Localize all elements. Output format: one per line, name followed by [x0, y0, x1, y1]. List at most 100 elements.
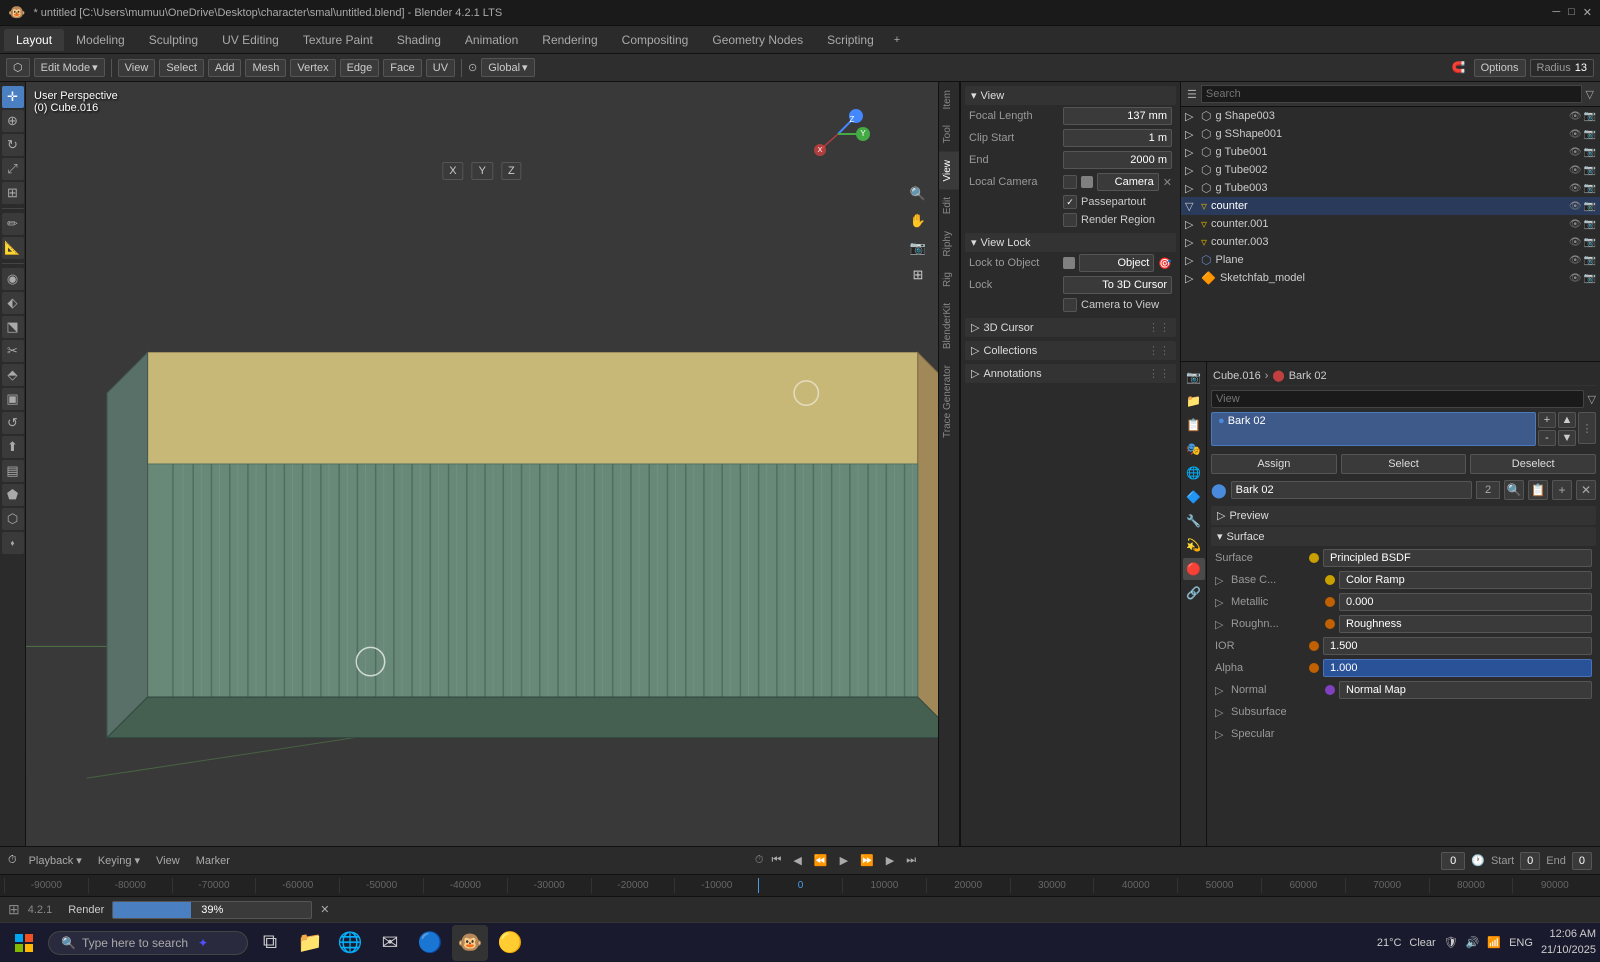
- start-button[interactable]: [4, 925, 44, 961]
- add-workspace-button[interactable]: +: [886, 30, 908, 50]
- face-menu[interactable]: Face: [383, 59, 421, 77]
- visibility-icon[interactable]: 👁: [1569, 237, 1582, 248]
- editor-type-selector[interactable]: ⬡: [6, 58, 30, 77]
- sidebar-tab-edit[interactable]: Edit: [939, 189, 959, 222]
- render-region-checkbox[interactable]: [1063, 213, 1077, 227]
- play-btn[interactable]: ▶: [836, 852, 852, 869]
- smooth-tool[interactable]: ◉: [2, 268, 24, 290]
- render-icon[interactable]: 📷: [1584, 201, 1596, 212]
- outliner-item-sketchfab[interactable]: ▷ 🔶 Sketchfab_model 👁 📷: [1181, 269, 1600, 287]
- transform-tool[interactable]: ⊞: [2, 182, 24, 204]
- mail-btn[interactable]: ✉: [372, 925, 408, 961]
- prev-keyframe-btn[interactable]: ⏪: [810, 852, 832, 869]
- annotate-tool[interactable]: ✏: [2, 213, 24, 235]
- outliner-item-counter001[interactable]: ▷ ▿ counter.001 👁 📷: [1181, 215, 1600, 233]
- sidebar-tab-tool[interactable]: Tool: [939, 117, 959, 151]
- grab-tool[interactable]: ✋: [906, 209, 930, 233]
- visibility-icon[interactable]: 👁: [1569, 255, 1582, 266]
- props-tab-world[interactable]: 🌐: [1183, 462, 1205, 484]
- start-frame-input[interactable]: 0: [1520, 852, 1540, 870]
- move-tool[interactable]: ⊕: [2, 110, 24, 132]
- props-tab-scene[interactable]: 🎭: [1183, 438, 1205, 460]
- close-btn[interactable]: ✕: [1583, 6, 1592, 19]
- material-name-input[interactable]: [1231, 481, 1472, 499]
- browser-edge-btn[interactable]: 🌐: [332, 925, 368, 961]
- props-tab-viewlayer[interactable]: 📋: [1183, 414, 1205, 436]
- workspace-tab-rendering[interactable]: Rendering: [530, 29, 609, 51]
- jump-start-btn[interactable]: ⏮: [768, 852, 786, 869]
- bisect-tool[interactable]: ⬘: [2, 364, 24, 386]
- metallic-dot[interactable]: [1325, 597, 1335, 607]
- add-slot-button[interactable]: +: [1538, 412, 1556, 428]
- render-icon[interactable]: 📷: [1584, 111, 1596, 122]
- radius-value[interactable]: 13: [1575, 62, 1587, 74]
- props-tab-render[interactable]: 📷: [1183, 366, 1205, 388]
- knife-tool[interactable]: ✂: [2, 340, 24, 362]
- workspace-tab-layout[interactable]: Layout: [4, 29, 64, 51]
- cursor-tool[interactable]: ✛: [2, 86, 24, 108]
- props-tab-constraint[interactable]: 🔗: [1183, 582, 1205, 604]
- sidebar-tab-view[interactable]: View: [939, 152, 959, 190]
- preview-section-header[interactable]: ▷ Preview: [1211, 506, 1596, 525]
- sidebar-tab-riphy[interactable]: Riphy: [939, 223, 959, 265]
- rip-tool[interactable]: ⬪: [2, 532, 24, 554]
- grid-view-tool[interactable]: ⊞: [906, 263, 930, 287]
- workspace-tab-uv-editing[interactable]: UV Editing: [210, 29, 291, 51]
- measure-tool[interactable]: 📐: [2, 237, 24, 259]
- taskbar-search-area[interactable]: 🔍 Type here to search ✦: [48, 931, 248, 955]
- workspace-tab-scripting[interactable]: Scripting: [815, 29, 886, 51]
- sidebar-tab-trace[interactable]: Trace Generator: [939, 357, 959, 446]
- metallic-expand[interactable]: ▷: [1215, 596, 1227, 609]
- collections-options-icon[interactable]: ⋮⋮: [1148, 344, 1170, 357]
- speaker-icon[interactable]: 🔊: [1466, 936, 1480, 949]
- workspace-tab-texture-paint[interactable]: Texture Paint: [291, 29, 385, 51]
- collections-section-header[interactable]: ▷ Collections ⋮⋮: [965, 341, 1176, 360]
- local-camera-checkbox[interactable]: [1063, 175, 1077, 189]
- scale-tool[interactable]: ⤢: [2, 158, 24, 180]
- subsurface-expand[interactable]: ▷: [1215, 706, 1227, 719]
- spin-tool[interactable]: ↺: [2, 412, 24, 434]
- edge-menu[interactable]: Edge: [340, 59, 380, 77]
- snap-icon[interactable]: 🧲: [1448, 59, 1470, 76]
- visibility-icon[interactable]: 👁: [1569, 273, 1582, 284]
- jump-end-btn[interactable]: ⏭: [902, 852, 920, 869]
- outliner-item-plane[interactable]: ▷ ⬡ Plane 👁 📷: [1181, 251, 1600, 269]
- taskbar-clock[interactable]: 12:06 AM 21/10/2025: [1541, 927, 1596, 958]
- render-label[interactable]: Render: [68, 904, 104, 916]
- annotations-options-icon[interactable]: ⋮⋮: [1148, 367, 1170, 380]
- uv-menu[interactable]: UV: [426, 59, 455, 77]
- roughness-dot[interactable]: [1325, 619, 1335, 629]
- workspace-tab-modeling[interactable]: Modeling: [64, 29, 137, 51]
- roughness-expand[interactable]: ▷: [1215, 618, 1227, 631]
- view-section-header[interactable]: ▾ View: [965, 86, 1176, 105]
- bridge-tool[interactable]: ⬡: [2, 508, 24, 530]
- maximize-btn[interactable]: □: [1568, 6, 1575, 19]
- annotations-section-header[interactable]: ▷ Annotations ⋮⋮: [965, 364, 1176, 383]
- cursor-section-header[interactable]: ▷ 3D Cursor ⋮⋮: [965, 318, 1176, 337]
- proportional-edit[interactable]: ⊙: [468, 61, 477, 74]
- visibility-icon[interactable]: 👁: [1569, 129, 1582, 140]
- material-new-btn[interactable]: +: [1552, 480, 1572, 500]
- viewport-gizmo[interactable]: Z Y X: [798, 94, 878, 174]
- render-icon[interactable]: 📷: [1584, 165, 1596, 176]
- minimize-btn[interactable]: ─: [1552, 6, 1560, 19]
- assign-button[interactable]: Assign: [1211, 454, 1337, 474]
- material-user-count[interactable]: 2: [1476, 481, 1500, 499]
- props-search-input[interactable]: [1211, 390, 1584, 408]
- workspace-tab-geometry-nodes[interactable]: Geometry Nodes: [700, 29, 815, 51]
- search-viewport-tool[interactable]: 🔍: [906, 182, 930, 206]
- edge-slide-tool[interactable]: ⬖: [2, 292, 24, 314]
- material-browse-btn[interactable]: 🔍: [1504, 480, 1524, 500]
- extrude-tool[interactable]: ⬆: [2, 436, 24, 458]
- marker-menu[interactable]: Marker: [192, 853, 234, 869]
- blender-btn[interactable]: 🐵: [452, 925, 488, 961]
- slot-up-button[interactable]: ▲: [1558, 412, 1576, 428]
- render-icon[interactable]: 📷: [1584, 255, 1596, 266]
- alpha-dot[interactable]: [1309, 663, 1319, 673]
- render-icon[interactable]: 📷: [1584, 183, 1596, 194]
- surface-dot[interactable]: [1309, 553, 1319, 563]
- props-tab-object[interactable]: 🔷: [1183, 486, 1205, 508]
- cursor-options-icon[interactable]: ⋮⋮: [1148, 321, 1170, 334]
- edit-mode-selector[interactable]: Edit Mode ▾: [34, 58, 105, 77]
- passepartout-checkbox[interactable]: [1063, 195, 1077, 209]
